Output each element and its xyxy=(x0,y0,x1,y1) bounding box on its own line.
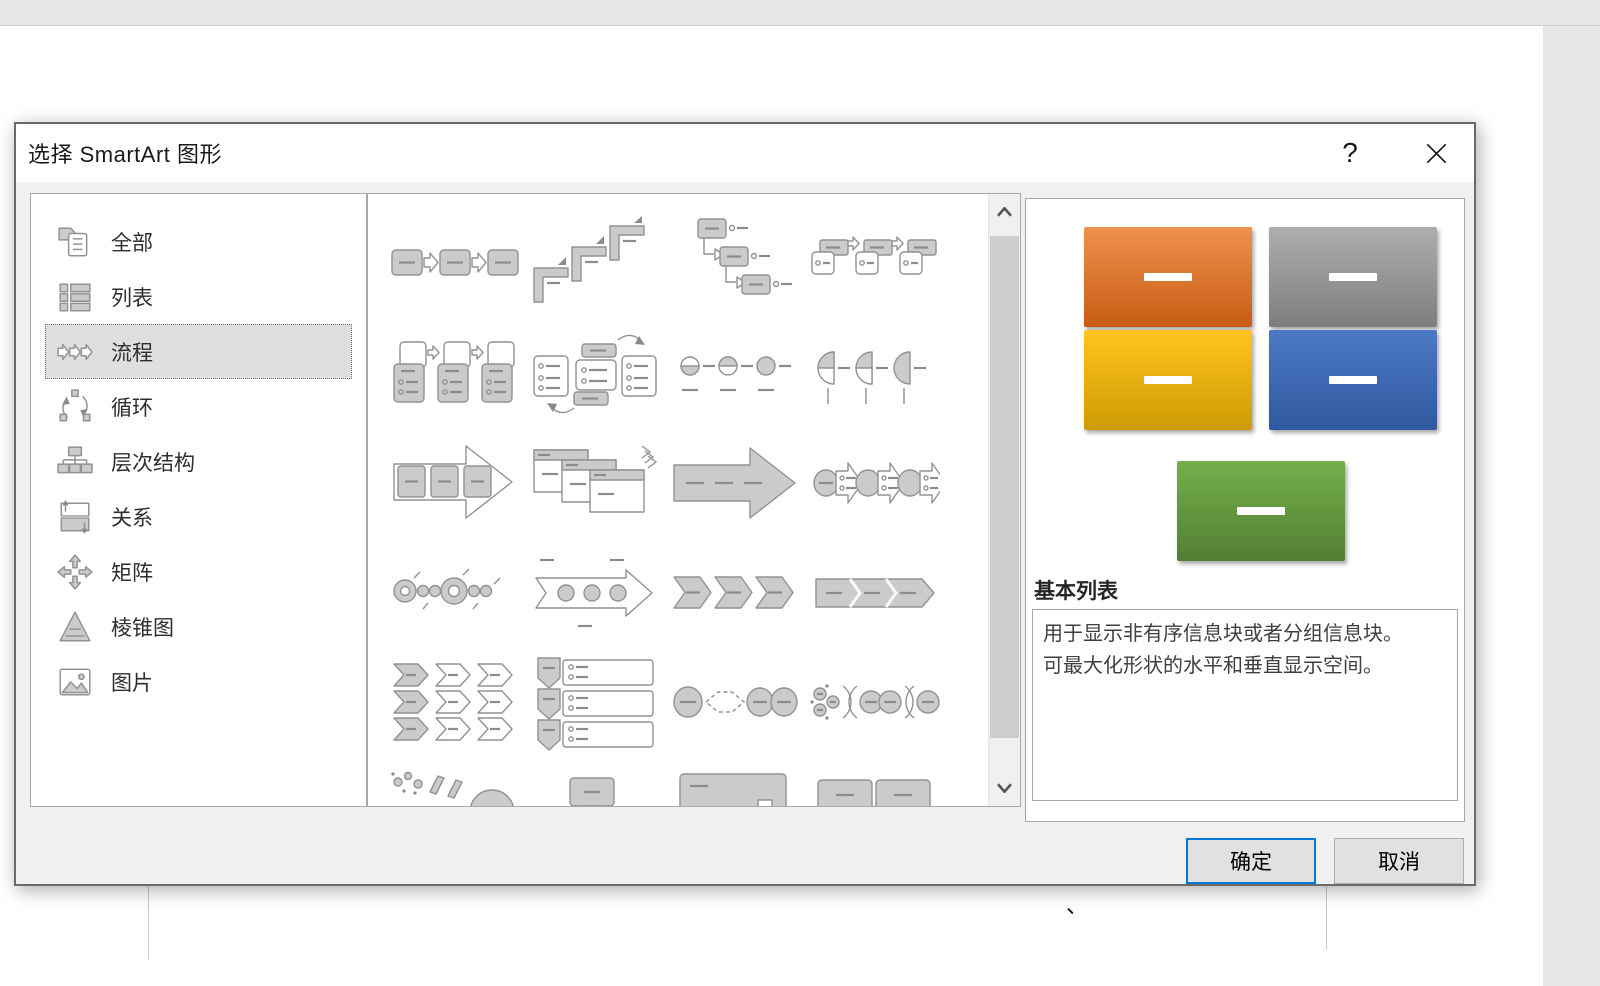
text-dash xyxy=(1329,273,1377,281)
hierarchy-icon xyxy=(55,444,95,480)
picture-icon xyxy=(55,664,95,700)
chevron-down-icon xyxy=(997,783,1012,793)
preview-shape-blue xyxy=(1269,330,1437,430)
thumb-arrow-ribbon-process[interactable] xyxy=(390,436,520,531)
text-dash xyxy=(1329,376,1377,384)
cancel-button[interactable]: 取消 xyxy=(1334,838,1464,884)
ok-button[interactable]: 确定 xyxy=(1186,838,1316,884)
thumb-circle-arrow-process[interactable] xyxy=(810,436,947,531)
layout-gallery xyxy=(368,194,989,806)
process-icon xyxy=(55,334,95,370)
sidebar-item-cycle[interactable]: 循环 xyxy=(45,379,352,434)
pyramid-icon xyxy=(55,609,95,645)
description-line: 用于显示非有序信息块或者分组信息块。 xyxy=(1043,623,1403,645)
thumb-step-down-process[interactable] xyxy=(670,216,800,311)
thumb-basic-arrow-process[interactable] xyxy=(670,436,800,531)
sidebar-item-picture[interactable]: 图片 xyxy=(45,654,352,709)
close-icon xyxy=(1426,143,1446,163)
thumb-chevron-accent-process[interactable] xyxy=(670,546,800,641)
sidebar-item-relationship[interactable]: 关系 xyxy=(45,489,352,544)
thumb-detailed-process[interactable] xyxy=(530,326,660,421)
document-right-gutter xyxy=(1543,26,1600,986)
document-margin-line xyxy=(148,886,149,960)
smartart-dialog: 选择 SmartArt 图形 ? 全部 列表 流程 循环 层次结构 关系 矩阵 … xyxy=(14,122,1476,886)
sidebar-item-process[interactable]: 流程 xyxy=(45,324,352,379)
text-dash xyxy=(1237,507,1285,515)
scrollbar-thumb[interactable] xyxy=(990,236,1019,738)
cycle-icon xyxy=(55,388,95,425)
all-icon xyxy=(55,224,95,260)
thumb-multi-chevron-list[interactable] xyxy=(390,656,520,751)
category-list: 全部 列表 流程 循环 层次结构 关系 矩阵 棱锥图 图片 xyxy=(30,193,367,807)
thumb-wide-block-process[interactable] xyxy=(670,766,800,806)
sidebar-item-matrix[interactable]: 矩阵 xyxy=(45,544,352,599)
thumb-half-circle-process[interactable] xyxy=(810,326,940,421)
thumb-alternating-flow[interactable] xyxy=(390,326,520,421)
thumb-accent-process[interactable] xyxy=(810,216,940,311)
dialog-titlebar[interactable]: 选择 SmartArt 图形 ? xyxy=(16,124,1474,182)
thumb-monitor-block-process[interactable] xyxy=(530,766,660,806)
text-dash xyxy=(1144,273,1192,281)
thumb-basic-process[interactable] xyxy=(390,216,520,311)
sidebar-item-hierarchy[interactable]: 层次结构 xyxy=(45,434,352,489)
text-dash xyxy=(1144,376,1192,384)
thumb-circles-in-arrow-process[interactable] xyxy=(530,546,660,641)
sidebar-item-list[interactable]: 列表 xyxy=(45,269,352,324)
sidebar-item-all[interactable]: 全部 xyxy=(45,214,352,269)
preview-shape-green xyxy=(1177,461,1345,561)
chevron-up-icon xyxy=(997,207,1012,217)
preview-shape-orange xyxy=(1084,227,1252,327)
thumb-grouped-circle-process[interactable] xyxy=(810,656,940,751)
thumb-circle-bending-process[interactable] xyxy=(670,326,800,421)
document-text-fragment: 、 xyxy=(1066,893,1089,918)
sidebar-item-pyramid[interactable]: 棱锥图 xyxy=(45,599,352,654)
dialog-title: 选择 SmartArt 图形 xyxy=(28,142,223,167)
preview-shape-yellow xyxy=(1084,330,1252,430)
layout-gallery-panel xyxy=(367,193,1021,807)
relationship-icon xyxy=(55,499,95,535)
thumb-process-list[interactable] xyxy=(530,436,660,531)
description-line: 可最大化形状的水平和垂直显示空间。 xyxy=(1043,655,1383,677)
thumb-paired-block-process[interactable] xyxy=(810,766,940,806)
app-top-strip xyxy=(0,0,1600,26)
preview-shape-gray xyxy=(1269,227,1437,327)
thumb-funnel-process[interactable] xyxy=(390,766,520,806)
thumb-step-up-process[interactable] xyxy=(530,216,660,311)
matrix-icon xyxy=(55,553,95,590)
layout-name: 基本列表 xyxy=(1034,580,1118,603)
scroll-down-button[interactable] xyxy=(989,770,1020,806)
thumb-closed-chevron-process[interactable] xyxy=(810,546,940,641)
close-button[interactable] xyxy=(1414,133,1458,173)
document-margin-line xyxy=(1326,886,1327,950)
scroll-up-button[interactable] xyxy=(989,194,1020,230)
thumb-ring-process[interactable] xyxy=(390,546,520,641)
thumb-vertical-arrow-list[interactable] xyxy=(530,656,660,751)
gallery-scrollbar[interactable] xyxy=(988,194,1020,806)
preview-pane: 基本列表 用于显示非有序信息块或者分组信息块。 可最大化形状的水平和垂直显示空间… xyxy=(1025,198,1465,822)
help-button[interactable]: ? xyxy=(1330,133,1370,173)
thumb-linked-circles-process[interactable] xyxy=(670,656,800,751)
list-icon xyxy=(55,279,95,315)
layout-description: 用于显示非有序信息块或者分组信息块。 可最大化形状的水平和垂直显示空间。 xyxy=(1032,609,1458,801)
